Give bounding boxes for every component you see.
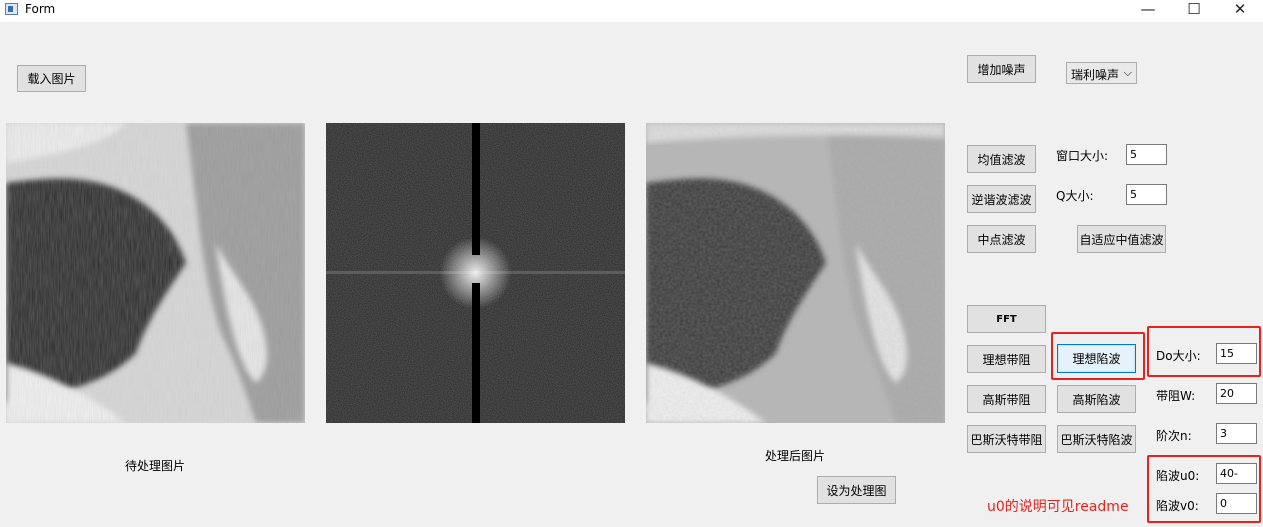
q-size-input[interactable]: 5 xyxy=(1126,184,1167,205)
window-size-input[interactable]: 5 xyxy=(1126,144,1167,165)
d0-size-label: Do大小: xyxy=(1156,349,1201,363)
window-title: Form xyxy=(25,2,56,16)
adaptive-median-filter-button[interactable]: 自适应中值滤波 xyxy=(1077,225,1166,253)
processed-image-caption: 处理后图片 xyxy=(765,449,826,463)
notch-v0-input[interactable]: 0 xyxy=(1216,493,1257,514)
fft-button[interactable]: FFT xyxy=(967,305,1046,333)
band-width-label: 带阻W: xyxy=(1156,389,1196,403)
mean-filter-button[interactable]: 均值滤波 xyxy=(967,145,1036,173)
band-width-input[interactable]: 20 xyxy=(1216,383,1257,404)
gauss-notch-button[interactable]: 高斯陷波 xyxy=(1057,385,1136,413)
maximize-button[interactable]: ☐ xyxy=(1171,0,1217,22)
order-label: 阶次n: xyxy=(1156,429,1192,443)
original-image-caption: 待处理图片 xyxy=(125,459,186,473)
butterworth-notch-button[interactable]: 巴斯沃特陷波 xyxy=(1057,425,1136,453)
close-button[interactable]: ✕ xyxy=(1217,0,1263,22)
title-bar: Form — ☐ ✕ xyxy=(0,0,1263,22)
order-input[interactable]: 3 xyxy=(1216,423,1257,444)
app-icon xyxy=(5,3,18,15)
original-image xyxy=(6,123,305,423)
notch-u0-input[interactable]: 40- xyxy=(1216,463,1257,484)
notch-u0-label: 陷波u0: xyxy=(1156,469,1200,483)
notch-v0-label: 陷波v0: xyxy=(1156,499,1199,513)
ideal-bandstop-button[interactable]: 理想带阻 xyxy=(967,345,1046,373)
q-size-label: Q大小: xyxy=(1056,189,1094,203)
d0-size-input[interactable]: 15 xyxy=(1216,343,1257,364)
butterworth-bandstop-button[interactable]: 巴斯沃特带阻 xyxy=(967,425,1046,453)
midpoint-filter-button[interactable]: 中点滤波 xyxy=(967,225,1036,253)
contraharmonic-filter-button[interactable]: 逆谐波滤波 xyxy=(967,185,1036,213)
chevron-down-icon: ⌵ xyxy=(1123,66,1132,79)
readme-note: u0的说明可见readme xyxy=(987,499,1129,515)
ideal-notch-button[interactable]: 理想陷波 xyxy=(1057,344,1136,373)
noise-type-select[interactable]: 瑞利噪声 ⌵ xyxy=(1066,62,1137,84)
minimize-button[interactable]: — xyxy=(1125,0,1171,22)
add-noise-button[interactable]: 增加噪声 xyxy=(967,55,1036,83)
load-image-button[interactable]: 载入图片 xyxy=(17,65,86,92)
gauss-bandstop-button[interactable]: 高斯带阻 xyxy=(967,385,1046,413)
noise-type-value: 瑞利噪声 xyxy=(1071,68,1120,82)
window-size-label: 窗口大小: xyxy=(1056,149,1109,163)
spectrum-image xyxy=(326,123,625,423)
set-as-source-button[interactable]: 设为处理图 xyxy=(817,476,896,504)
processed-image xyxy=(646,123,945,423)
